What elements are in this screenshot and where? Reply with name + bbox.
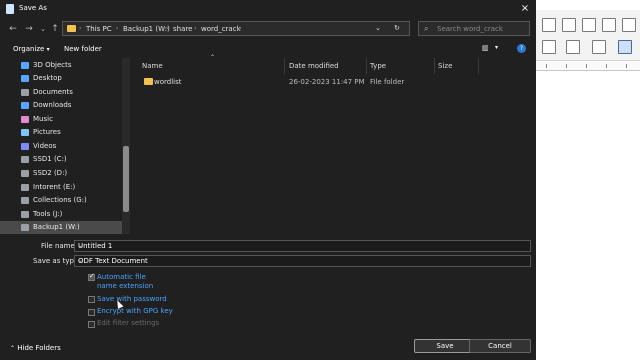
save-button[interactable]: Save [414,339,476,353]
drive-icon [21,224,29,231]
up-arrow-icon[interactable]: ↑ [48,22,62,36]
breadcrumb-this-pc[interactable]: This PC [86,25,112,33]
address-dropdown-icon[interactable]: ⌄ [375,24,381,32]
background-toolbar [536,10,640,61]
search-box[interactable]: ⌕ Search word_crack [418,21,530,36]
file-name-label: File name: [41,242,78,250]
view-options-icon[interactable]: ▥ [482,44,492,52]
music-icon [21,116,29,123]
column-header-type[interactable]: Type [370,62,386,70]
videos-icon [21,143,29,150]
sidebar-scrollbar-thumb[interactable] [123,146,129,212]
list-icon[interactable] [592,40,606,54]
drive-icon [21,156,29,163]
column-header-name[interactable]: Name [142,62,163,70]
search-icon: ⌕ [424,24,429,33]
hide-folders-button[interactable]: ⌃ Hide Folders [10,344,61,352]
file-name-field[interactable]: Untitled 1 ⌄ [74,240,531,252]
toolbar-icon[interactable] [602,18,616,32]
sidebar-item-backup1[interactable]: Backup1 (W:) [0,221,122,234]
table-row[interactable]: wordlist 26-02-2023 11:47 PM File folder [139,75,537,88]
chevron-down-icon[interactable]: ⌄ [78,242,527,249]
pictures-icon [21,129,29,136]
sidebar-item-3d-objects[interactable]: 3D Objects [0,59,122,72]
sidebar-item-tools[interactable]: Tools (J:) [0,208,122,221]
folder-icon [144,78,153,85]
save-as-type-select[interactable]: ODF Text Document ⌄ [74,255,531,267]
encrypt-gpg-label[interactable]: Encrypt with GPG key [97,307,173,315]
breadcrumb-backup1[interactable]: Backup1 (W:) [123,25,170,33]
new-folder-button[interactable]: New folder [64,45,102,53]
file-date: 26-02-2023 11:47 PM [289,78,365,86]
forward-arrow-icon[interactable]: → [22,22,36,36]
sidebar-item-collections[interactable]: Collections (G:) [0,194,122,207]
navigation-pane: 3D Objects Desktop Documents Downloads M… [0,58,130,234]
close-icon[interactable]: × [516,1,534,17]
folder-icon [67,25,76,32]
toolbar-icon[interactable] [562,18,576,32]
toolbar-icon[interactable] [542,18,556,32]
cancel-button[interactable]: Cancel [469,339,531,353]
drive-icon [21,211,29,218]
sidebar-item-ssd2[interactable]: SSD2 (D:) [0,167,122,180]
help-icon[interactable]: ? [517,44,526,53]
sidebar-item-ssd1[interactable]: SSD1 (C:) [0,153,122,166]
sidebar-item-music[interactable]: Music [0,113,122,126]
file-list: Name ⌃ Date modified Type Size wordlist … [137,54,537,234]
toolbar-icon[interactable] [582,18,596,32]
sidebar-item-desktop[interactable]: Desktop [0,72,122,85]
toolbar-icon[interactable] [622,18,636,32]
desktop-icon [21,75,29,82]
search-placeholder: Search word_crack [437,25,503,33]
indent-icon[interactable] [618,40,632,54]
drive-icon [21,197,29,204]
chevron-down-icon[interactable]: ⌄ [78,257,527,264]
sidebar-item-downloads[interactable]: Downloads [0,99,122,112]
align-icon[interactable] [542,40,556,54]
save-file-icon [6,4,14,14]
edit-filter-settings-checkbox [88,321,95,328]
3d-objects-icon [21,62,29,69]
sort-ascending-icon: ⌃ [210,54,216,61]
address-bar[interactable]: › This PC › Backup1 (W:) › share › word_… [62,21,410,36]
drive-icon [21,170,29,177]
edit-filter-settings-label: Edit filter settings [97,319,160,327]
ruler [536,62,640,71]
sidebar-item-documents[interactable]: Documents [0,86,122,99]
drive-icon [21,184,29,191]
downloads-icon [21,102,29,109]
automatic-extension-checkbox[interactable]: ✓ [88,272,95,281]
column-header-size[interactable]: Size [438,62,452,70]
breadcrumb-share[interactable]: share [173,25,192,33]
organize-button[interactable]: Organize ▾ [13,45,50,53]
back-arrow-icon[interactable]: ← [6,22,20,36]
encrypt-gpg-checkbox[interactable] [88,309,95,316]
save-with-password-label[interactable]: Save with password [97,295,167,303]
documents-icon [21,89,29,96]
file-name: wordlist [154,78,182,86]
title-bar: Save As × [0,0,536,18]
save-as-dialog: Save As × ← → ⌄ ↑ › This PC › Backup1 (W… [0,0,536,360]
sidebar-item-intorent[interactable]: Intorent (E:) [0,181,122,194]
list-icon[interactable] [566,40,580,54]
sidebar-item-videos[interactable]: Videos [0,140,122,153]
automatic-extension-label[interactable]: Automatic file name extension [97,273,167,291]
sidebar-item-pictures[interactable]: Pictures [0,126,122,139]
view-dropdown-icon[interactable]: ▾ [495,44,498,51]
breadcrumb-word-crack[interactable]: word_crack [201,25,241,33]
dialog-title: Save As [19,4,47,12]
save-with-password-checkbox[interactable] [88,296,95,303]
column-header-date-modified[interactable]: Date modified [289,62,339,70]
file-type: File folder [370,78,405,86]
refresh-icon[interactable]: ↻ [394,24,400,32]
